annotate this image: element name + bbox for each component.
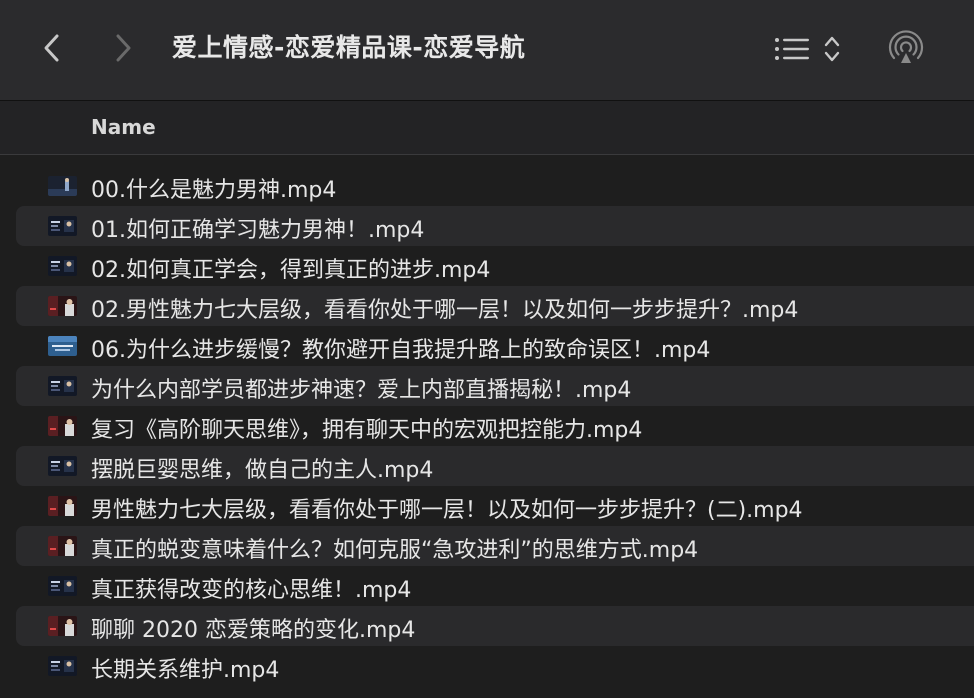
file-row[interactable]: 聊聊 2020 恋爱策略的变化.mp4 — [0, 606, 974, 646]
file-row[interactable]: 长期关系维护.mp4 — [0, 646, 974, 686]
file-row[interactable]: 01.如何正确学习魅力男神！.mp4 — [0, 206, 974, 246]
chevron-updown-icon — [824, 36, 840, 62]
airdrop-button[interactable] — [884, 26, 928, 70]
file-name: 摆脱巨婴思维，做自己的主人.mp4 — [91, 458, 434, 483]
video-thumbnail-icon — [48, 176, 77, 196]
list-view-icon — [775, 38, 809, 60]
toolbar: 爱上情感-恋爱精品课-恋爱导航 — [0, 0, 974, 101]
video-thumbnail-icon — [48, 616, 77, 636]
video-thumbnail-icon — [48, 496, 77, 516]
file-row[interactable]: 为什么内部学员都进步神速？爱上内部直播揭秘！.mp4 — [0, 366, 974, 406]
file-name: 02.男性魅力七大层级，看看你处于哪一层！以及如何一步步提升？.mp4 — [91, 298, 799, 323]
file-name: 真正的蜕变意味着什么？如何克服“急攻进利”的思维方式.mp4 — [91, 538, 699, 563]
chevron-left-icon — [44, 34, 59, 62]
video-thumbnail-icon — [48, 656, 77, 676]
file-name: 02.如何真正学会，得到真正的进步.mp4 — [91, 258, 491, 283]
file-name: 真正获得改变的核心思维！.mp4 — [91, 578, 412, 603]
file-row[interactable]: 复习《高阶聊天思维》，拥有聊天中的宏观把控能力.mp4 — [0, 406, 974, 446]
file-name: 06.为什么进步缓慢？教你避开自我提升路上的致命误区！.mp4 — [91, 338, 711, 363]
file-name: 长期关系维护.mp4 — [91, 658, 280, 683]
file-name: 男性魅力七大层级，看看你处于哪一层！以及如何一步步提升？(二).mp4 — [91, 498, 803, 523]
column-header: Name — [0, 101, 974, 155]
video-thumbnail-icon — [48, 536, 77, 556]
file-row[interactable]: 02.如何真正学会，得到真正的进步.mp4 — [0, 246, 974, 286]
file-row[interactable]: 00.什么是魅力男神.mp4 — [0, 166, 974, 206]
file-row[interactable]: 真正的蜕变意味着什么？如何克服“急攻进利”的思维方式.mp4 — [0, 526, 974, 566]
video-thumbnail-icon — [48, 256, 77, 276]
window-title: 爱上情感-恋爱精品课-恋爱导航 — [172, 33, 526, 62]
file-name: 01.如何正确学习魅力男神！.mp4 — [91, 218, 425, 243]
back-button[interactable] — [32, 26, 72, 70]
airdrop-icon — [888, 30, 924, 63]
video-thumbnail-icon — [48, 336, 77, 356]
finder-window: 爱上情感-恋爱精品课-恋爱导航 Name 00.什么是魅力男神.mp4 01.如… — [0, 0, 974, 698]
file-name: 00.什么是魅力男神.mp4 — [91, 178, 337, 203]
file-name: 复习《高阶聊天思维》，拥有聊天中的宏观把控能力.mp4 — [91, 418, 643, 443]
video-thumbnail-icon — [48, 376, 77, 396]
file-name: 为什么内部学员都进步神速？爱上内部直播揭秘！.mp4 — [91, 378, 632, 403]
video-thumbnail-icon — [48, 216, 77, 236]
video-thumbnail-icon — [48, 576, 77, 596]
file-name: 聊聊 2020 恋爱策略的变化.mp4 — [91, 618, 416, 643]
forward-button[interactable] — [103, 26, 143, 70]
video-thumbnail-icon — [48, 416, 77, 436]
file-row[interactable]: 摆脱巨婴思维，做自己的主人.mp4 — [0, 446, 974, 486]
view-options-button[interactable] — [774, 30, 848, 68]
file-row[interactable]: 真正获得改变的核心思维！.mp4 — [0, 566, 974, 606]
chevron-right-icon — [116, 34, 131, 62]
name-column-header[interactable]: Name — [91, 115, 156, 139]
video-thumbnail-icon — [48, 296, 77, 316]
video-thumbnail-icon — [48, 456, 77, 476]
file-row[interactable]: 02.男性魅力七大层级，看看你处于哪一层！以及如何一步步提升？.mp4 — [0, 286, 974, 326]
file-row[interactable]: 06.为什么进步缓慢？教你避开自我提升路上的致命误区！.mp4 — [0, 326, 974, 366]
file-list: 00.什么是魅力男神.mp4 01.如何正确学习魅力男神！.mp4 02.如何真正学… — [0, 166, 974, 686]
file-row[interactable]: 男性魅力七大层级，看看你处于哪一层！以及如何一步步提升？(二).mp4 — [0, 486, 974, 526]
